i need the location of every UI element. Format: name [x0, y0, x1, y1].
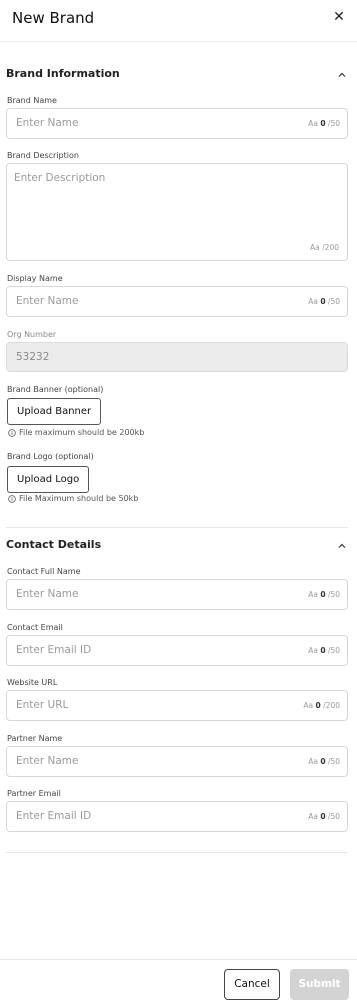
org-number-field: 53232: [6, 342, 348, 372]
brand-name-label: Brand Name: [7, 96, 57, 105]
partner-email-label: Partner Email: [7, 789, 61, 798]
partner-email-input[interactable]: Enter Email ID Aa 0 /50: [6, 801, 348, 832]
cancel-button[interactable]: Cancel: [224, 969, 280, 1000]
brand-information-title: Brand Information: [6, 67, 120, 80]
display-name-label: Display Name: [7, 274, 63, 283]
org-number-label: Org Number: [7, 330, 57, 339]
partner-name-placeholder: Enter Name: [16, 755, 79, 767]
brand-name-placeholder: Enter Name: [16, 117, 79, 129]
brand-logo-label: Brand Logo (optional): [7, 452, 94, 461]
contact-full-name-label: Contact Full Name: [7, 567, 81, 576]
partner-name-counter: Aa 0 /50: [308, 757, 340, 766]
submit-button[interactable]: Submit: [290, 969, 349, 1000]
contact-email-label: Contact Email: [7, 623, 63, 632]
logo-hint-text: File Maximum should be 50kb: [19, 494, 139, 503]
page-title: New Brand: [12, 9, 95, 27]
section-divider: [6, 527, 348, 528]
partner-name-input[interactable]: Enter Name Aa 0 /50: [6, 746, 348, 777]
section-divider: [6, 852, 348, 853]
contact-full-name-placeholder: Enter Name: [16, 588, 79, 600]
upload-logo-button[interactable]: Upload Logo: [7, 466, 90, 493]
brand-description-textarea[interactable]: Enter Description Aa /200: [6, 163, 348, 261]
partner-email-placeholder: Enter Email ID: [16, 810, 92, 822]
logo-size-hint: File Maximum should be 50kb: [8, 494, 138, 503]
partner-email-counter: Aa 0 /50: [308, 812, 340, 821]
brand-description-counter: Aa /200: [310, 243, 339, 252]
modal-header: New Brand ✕: [0, 0, 357, 42]
brand-description-placeholder: Enter Description: [14, 172, 106, 184]
modal-footer: Cancel Submit: [0, 959, 357, 1003]
contact-details-title: Contact Details: [6, 538, 102, 551]
website-url-placeholder: Enter URL: [16, 699, 69, 711]
display-name-placeholder: Enter Name: [16, 295, 79, 307]
brand-banner-label: Brand Banner (optional): [7, 385, 104, 394]
brand-description-label: Brand Description: [7, 151, 79, 160]
contact-full-name-input[interactable]: Enter Name Aa 0 /50: [6, 579, 348, 610]
website-url-label: Website URL: [7, 678, 58, 687]
chevron-up-icon[interactable]: [337, 541, 347, 551]
close-icon[interactable]: ✕: [332, 10, 346, 24]
contact-email-input[interactable]: Enter Email ID Aa 0 /50: [6, 635, 348, 666]
display-name-input[interactable]: Enter Name Aa 0 /50: [6, 286, 348, 317]
brand-name-input[interactable]: Enter Name Aa 0 /50: [6, 108, 348, 139]
brand-name-counter: Aa 0 /50: [308, 119, 340, 128]
chevron-up-icon[interactable]: [337, 70, 347, 80]
banner-hint-text: File maximum should be 200kb: [19, 428, 145, 437]
org-number-value: 53232: [16, 351, 50, 363]
info-icon: [8, 428, 16, 437]
partner-name-label: Partner Name: [7, 734, 63, 743]
contact-email-placeholder: Enter Email ID: [16, 644, 92, 656]
display-name-counter: Aa 0 /50: [308, 297, 340, 306]
info-icon: [8, 494, 16, 503]
contact-full-name-counter: Aa 0 /50: [308, 590, 340, 599]
upload-banner-button[interactable]: Upload Banner: [7, 398, 102, 425]
contact-email-counter: Aa 0 /50: [308, 646, 340, 655]
website-url-input[interactable]: Enter URL Aa 0 /200: [6, 690, 348, 721]
banner-size-hint: File maximum should be 200kb: [8, 428, 144, 437]
website-url-counter: Aa 0 /200: [303, 701, 340, 710]
